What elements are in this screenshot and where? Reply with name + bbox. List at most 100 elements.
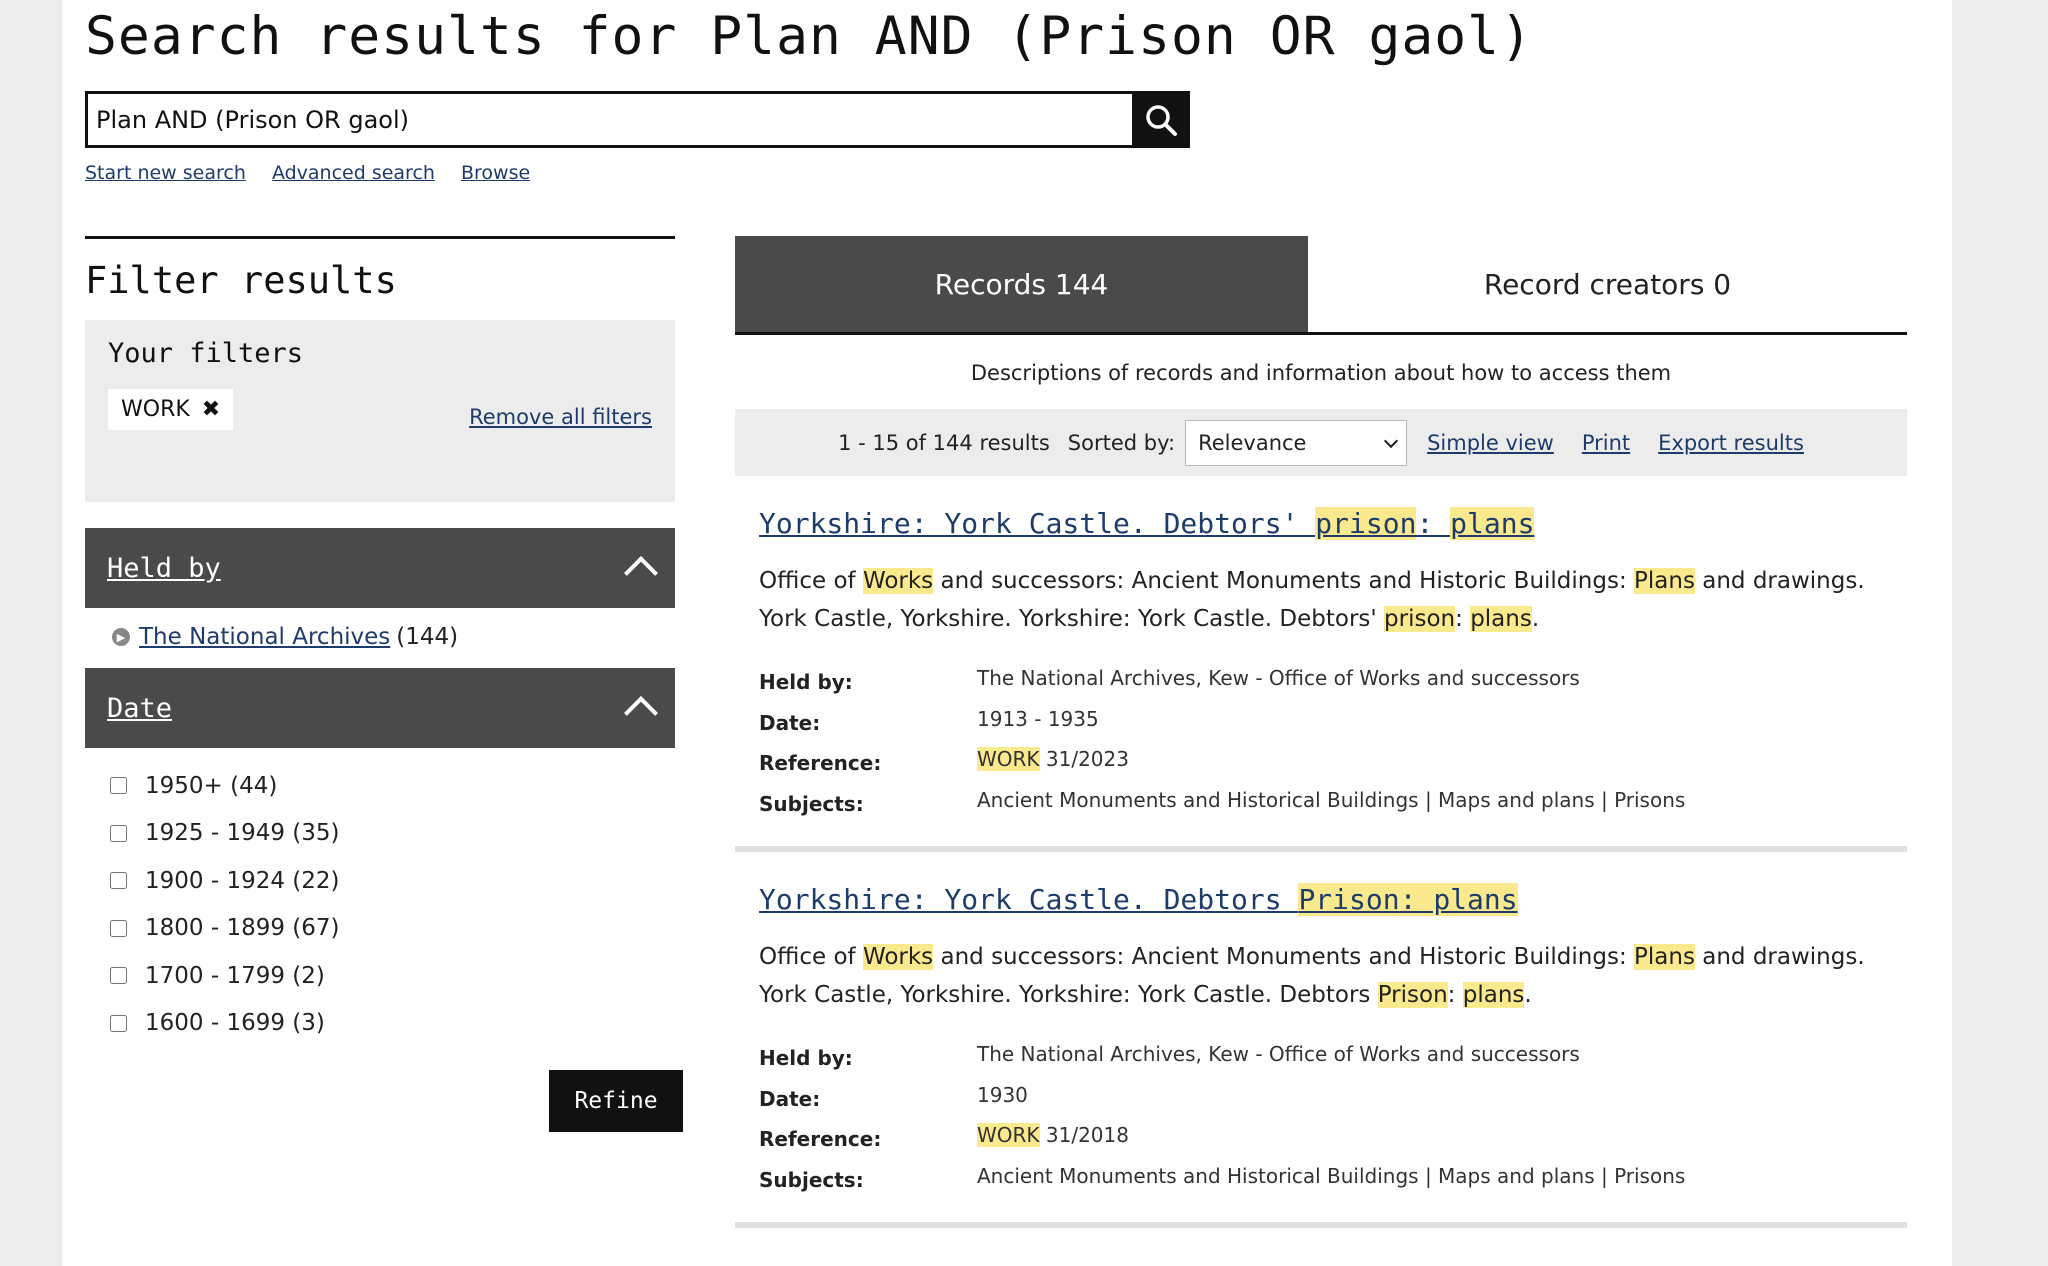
text-segment: Office of [759,568,863,594]
results-tabs: Records 144 Record creators 0 [735,236,1907,335]
sort-select[interactable]: Relevance [1185,419,1408,466]
search-button[interactable] [1132,91,1190,148]
simple-view-link[interactable]: Simple view [1427,431,1554,455]
search-icon [1146,104,1177,136]
date-option: 1800 - 1899 (67) [110,905,675,953]
reference-prefix: WORK [977,1123,1040,1147]
text-segment: . [1524,982,1532,1008]
refine-button[interactable]: Refine [549,1070,683,1132]
search-input[interactable] [88,94,1132,145]
highlighted-term[interactable]: Prison [1298,883,1400,916]
reference-value: WORK 31/2023 [977,741,1883,782]
filter-heading: Filter results [85,259,397,302]
reference-number: 31/2018 [1039,1123,1129,1147]
date-option-label: 1950+ (44) [145,772,278,799]
export-results-link[interactable]: Export results [1658,431,1804,455]
held-by-label: Held by: [759,1046,853,1070]
held-by-facet-label[interactable]: Held by [107,553,221,584]
reference-number: 31/2023 [1039,747,1129,771]
subjects-label: Subjects: [759,1167,864,1192]
text-segment: and successors: Ancient Monuments and Hi… [933,568,1635,594]
highlighted-term: plans [1470,606,1532,632]
tab-records[interactable]: Records 144 [735,236,1308,332]
held-by-value: The National Archives, Kew - Office of W… [977,666,1580,690]
page-title: Search results for Plan AND (Prison OR g… [85,6,1533,67]
filter-chip: WORK ✖ [108,389,234,430]
result-item: Yorkshire: York Castle. Debtors' prison:… [735,476,1907,852]
chevron-up-icon[interactable] [624,556,658,590]
text-segment: : [1447,982,1463,1008]
date-label: Date: [759,710,821,735]
highlighted-term[interactable]: plans [1450,507,1535,540]
subjects-value: Ancient Monuments and Historical Buildin… [977,1163,1686,1188]
text-segment[interactable]: Yorkshire: York Castle. Debtors' [759,507,1315,540]
result-description: Office of Works and successors: Ancient … [759,562,1883,638]
reference-label: Reference: [759,1127,882,1151]
date-checkbox[interactable] [110,1014,127,1032]
date-facet-label[interactable]: Date [107,693,172,724]
your-filters-heading: Your filters [108,338,304,369]
highlighted-term[interactable]: : [1399,883,1434,916]
date-option-label: 1700 - 1799 (2) [145,962,325,989]
page: Search results for Plan AND (Prison OR g… [62,0,1952,1266]
print-link[interactable]: Print [1582,431,1630,455]
result-title-link[interactable]: Yorkshire: York Castle. Debtors' prison:… [759,507,1535,540]
tab-description: Descriptions of records and information … [970,361,1672,385]
result-metadata: Held by: The National Archives, Kew - Of… [759,1036,1883,1222]
sidebar-divider [85,236,675,239]
highlighted-term: Prison [1377,982,1448,1008]
advanced-search-link[interactable]: Advanced search [272,162,435,184]
date-checkbox[interactable] [110,824,127,842]
highlighted-term: Works [862,944,934,970]
arrow-circle-icon: ▶ [112,628,130,646]
text-segment[interactable]: : [1416,507,1450,540]
search-box [85,91,1190,148]
held-by-item-count: (144) [396,624,459,650]
date-checkbox[interactable] [110,919,127,937]
highlighted-term: prison [1384,606,1456,632]
date-facet-header[interactable]: Date [85,668,675,748]
held-by-value: The National Archives, Kew - Office of W… [977,1042,1580,1066]
result-metadata: Held by: The National Archives, Kew - Of… [759,660,1883,846]
result-title: Yorkshire: York Castle. Debtors' prison:… [759,496,1883,552]
browse-link[interactable]: Browse [461,162,530,184]
date-checkbox[interactable] [110,967,127,985]
held-by-facet-header[interactable]: Held by [85,528,675,608]
date-option-label: 1925 - 1949 (35) [145,820,340,847]
results-toolbar: 1 - 15 of 144 results Sorted by: Relevan… [735,409,1907,476]
reference-value: WORK 31/2018 [977,1117,1883,1158]
date-checkbox[interactable] [110,872,127,890]
reference-label: Reference: [759,751,882,775]
chevron-up-icon[interactable] [624,696,658,730]
text-segment: Office of [759,944,863,970]
tab-record-creators[interactable]: Record creators 0 [1308,236,1907,332]
highlighted-term[interactable]: prison [1315,507,1417,540]
results-list: Yorkshire: York Castle. Debtors' prison:… [735,476,1907,1228]
result-description: Office of Works and successors: Ancient … [759,938,1883,1014]
date-option: 1700 - 1799 (2) [110,952,675,1000]
results-main: Records 144 Record creators 0 Descriptio… [735,236,1907,1228]
held-by-item-link[interactable]: The National Archives [139,624,390,650]
date-value: 1913 - 1935 [977,706,1099,731]
date-value: 1930 [977,1082,1028,1107]
result-title: Yorkshire: York Castle. Debtors Prison: … [759,872,1883,928]
date-checkbox[interactable] [110,777,127,795]
held-by-item: ▶ The National Archives (144) [85,608,675,668]
highlighted-term[interactable]: plans [1433,883,1518,916]
sort-select-value: Relevance [1198,430,1307,455]
date-option: 1900 - 1924 (22) [110,857,675,905]
remove-filter-icon[interactable]: ✖ [202,397,220,422]
text-segment[interactable]: Yorkshire: York Castle. Debtors [759,883,1298,916]
date-label: Date: [759,1086,821,1111]
chevron-down-icon [1384,433,1399,448]
highlighted-term: plans [1462,982,1525,1008]
highlighted-term: Plans [1634,944,1695,970]
filter-sidebar: Filter results Your filters WORK ✖ Remov… [85,236,683,1132]
start-new-search-link[interactable]: Start new search [85,162,246,184]
result-title-link[interactable]: Yorkshire: York Castle. Debtors Prison: … [759,883,1518,916]
remove-all-filters-link[interactable]: Remove all filters [469,405,652,429]
highlighted-term: Plans [1634,568,1695,594]
date-option: 1925 - 1949 (35) [110,810,675,858]
held-by-label: Held by: [759,670,853,694]
filter-chip-label: WORK [121,397,190,422]
